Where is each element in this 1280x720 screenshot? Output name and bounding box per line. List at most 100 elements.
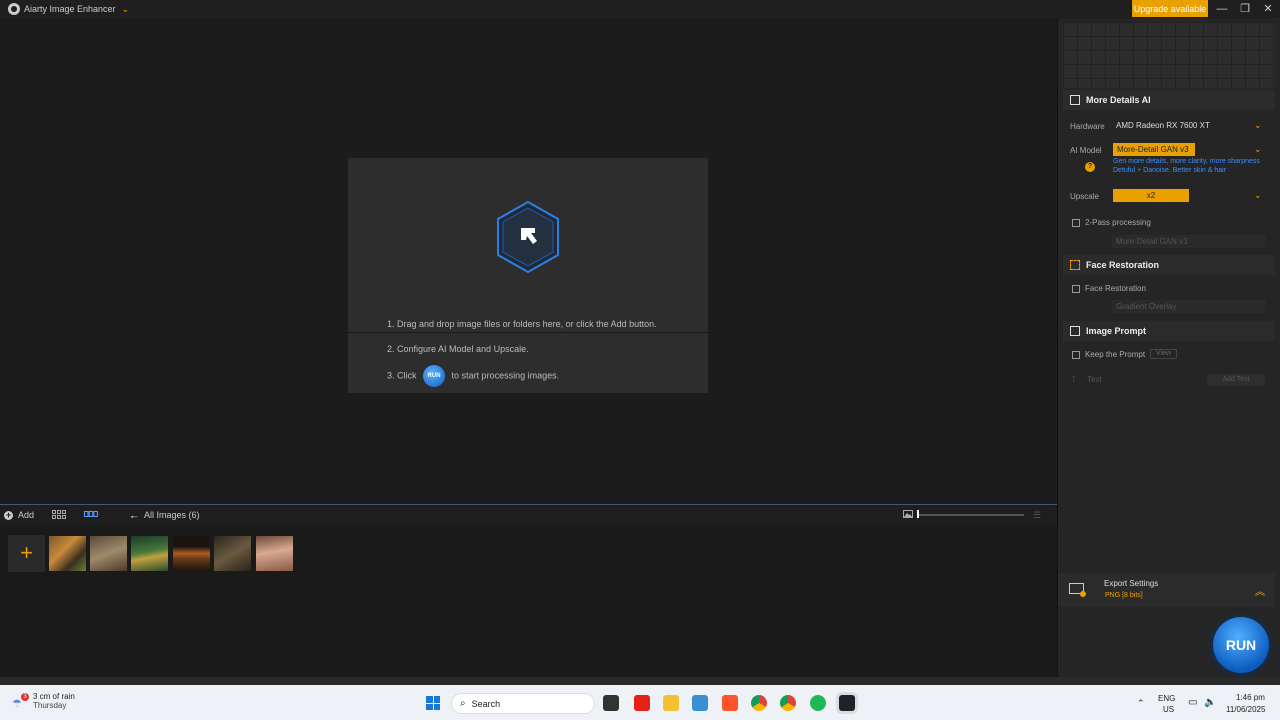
chrome-profile-icon[interactable] [780, 695, 796, 711]
more-details-title: More Details AI [1086, 95, 1151, 105]
thumbnail-woman-portrait[interactable] [256, 536, 293, 571]
plus-icon: + [4, 509, 13, 520]
app-title[interactable]: Aiarty Image Enhancer [24, 4, 116, 14]
app-bottom-border [0, 677, 1280, 685]
thumbnail-tiger-warrior[interactable] [214, 536, 251, 571]
weather-widget[interactable]: 3 cm of rain Thursday [16, 692, 75, 710]
file-explorer-icon[interactable] [663, 695, 679, 711]
ai-model-label: AI Model [1070, 146, 1102, 155]
upscale-select[interactable]: x2 [1113, 189, 1189, 202]
face-restoration-title: Face Restoration [1086, 260, 1160, 270]
text-icon: T [1071, 375, 1076, 384]
upscale-value: x2 [1146, 191, 1156, 200]
view-prompt-button[interactable]: View [1150, 349, 1177, 359]
preview-thumbnail [1063, 22, 1275, 88]
back-arrow-icon[interactable]: 🠔 [130, 510, 138, 526]
thumbnail-owl[interactable] [90, 536, 127, 571]
thumbnail-tiger[interactable] [49, 536, 86, 571]
run-mini-icon: RUN [423, 365, 446, 387]
drop-zone-card[interactable]: 1. Drag and drop image files or folders … [348, 158, 708, 393]
instruction-step-1: 1. Drag and drop image files or folders … [387, 319, 657, 329]
chevron-down-icon[interactable]: ⌄ [1254, 144, 1262, 155]
windows-taskbar: 3 ☂ 3 cm of rain Thursday ⌕ Search ⌃ ENG… [0, 685, 1280, 720]
two-pass-model-select[interactable]: More-Detail GAN v3 [1112, 235, 1266, 248]
maximize-button[interactable]: ❐ [1234, 0, 1256, 17]
export-settings-title: Export Settings [1104, 579, 1159, 588]
photos-icon[interactable] [692, 695, 708, 711]
section-image-prompt: Image Prompt [1063, 321, 1275, 341]
language-line2[interactable]: US [1163, 705, 1174, 714]
thumbnail-size-slider[interactable] [918, 514, 1024, 516]
clock-time[interactable]: 1:46 pm [1236, 693, 1265, 702]
filmstrip-view-icon[interactable] [84, 510, 98, 521]
chevron-up-icon[interactable]: ︽ [1255, 583, 1265, 598]
two-pass-model-value: More-Detail GAN v3 [1116, 237, 1188, 246]
keep-prompt-label: Keep the Prompt [1085, 350, 1146, 359]
taskbar-search[interactable]: ⌕ Search [451, 693, 595, 714]
minimize-button[interactable]: — [1211, 0, 1233, 17]
youtube-icon[interactable] [634, 695, 650, 711]
aiarty-taskbar-icon[interactable] [839, 695, 855, 711]
chevron-down-icon[interactable]: ⌄ [1254, 190, 1262, 201]
enhance-icon [1070, 95, 1080, 105]
add-button[interactable]: + Add [4, 510, 34, 520]
image-size-icon [903, 510, 913, 520]
search-icon: ⌕ [460, 698, 466, 709]
face-model-value: Gradient Overlay [1116, 302, 1177, 311]
thumbnail-strip: + [0, 525, 1057, 677]
list-icon[interactable]: ☰ [1033, 510, 1041, 521]
upscale-label: Upscale [1070, 192, 1099, 201]
clock-date[interactable]: 11/06/2025 [1226, 705, 1265, 714]
volume-icon[interactable]: 🔈 [1204, 697, 1216, 708]
weather-line1: 3 cm of rain [33, 692, 75, 701]
face-icon [1070, 260, 1080, 270]
language-line1[interactable]: ENG [1158, 694, 1175, 703]
step3-suffix: to start processing images. [451, 370, 560, 381]
weather-line2: Thursday [33, 701, 67, 710]
ai-model-value: More-Detail GAN v3 [1117, 145, 1189, 154]
card-divider [348, 332, 708, 333]
keep-prompt-checkbox[interactable] [1072, 351, 1080, 359]
export-format: PNG [8 bits] [1105, 592, 1143, 599]
ai-model-hint-2: Detuful + Danoise. Better skin & hair [1113, 167, 1227, 174]
thumbnail-burger[interactable] [173, 536, 210, 571]
two-pass-checkbox[interactable] [1072, 219, 1080, 227]
image-tray-toolbar: + Add 🠔 All Images (6) ☰ [0, 505, 1057, 525]
help-icon[interactable]: ? [1085, 162, 1095, 172]
thumbnail-slider-knob[interactable] [917, 510, 919, 518]
instruction-step-3: 3. Click RUN to start processing images. [387, 365, 559, 387]
app-logo-icon [8, 3, 20, 15]
spotify-icon[interactable] [810, 695, 826, 711]
chevron-down-icon[interactable]: ⌄ [1254, 120, 1262, 131]
section-face-restoration: Face Restoration [1063, 255, 1275, 275]
upgrade-button[interactable]: Upgrade available [1132, 0, 1208, 17]
face-restoration-checkbox[interactable] [1072, 285, 1080, 293]
show-hidden-icons[interactable]: ⌃ [1137, 698, 1145, 709]
close-button[interactable]: ✕ [1257, 0, 1279, 17]
document-icon [1070, 326, 1080, 336]
add-text-button[interactable]: Add Text [1207, 374, 1265, 386]
ai-model-hint-1: Gen more details, more clarity, more sha… [1113, 158, 1260, 165]
chrome-icon[interactable] [751, 695, 767, 711]
step3-prefix: 3. Click [387, 370, 417, 381]
run-button[interactable]: RUN [1213, 617, 1269, 673]
face-restoration-label: Face Restoration [1085, 284, 1146, 293]
task-view-icon[interactable] [603, 695, 619, 711]
chevron-down-icon[interactable]: ⌄ [122, 4, 130, 15]
network-icon[interactable]: ▭ [1188, 697, 1197, 708]
text-label: Text [1087, 375, 1102, 384]
face-model-select[interactable]: Gradient Overlay [1112, 300, 1266, 313]
thumbnail-forest-fairy[interactable] [131, 536, 168, 571]
all-images-label[interactable]: All Images (6) [144, 510, 200, 520]
ai-model-select[interactable]: More-Detail GAN v3 [1113, 143, 1195, 156]
drop-hexagon-icon [495, 200, 561, 274]
brave-browser-icon[interactable] [722, 695, 738, 711]
export-settings-bar[interactable]: Export Settings PNG [8 bits] ︽ [1058, 573, 1275, 607]
image-canvas[interactable]: 1. Drag and drop image files or folders … [0, 18, 1057, 505]
grid-view-icon[interactable] [52, 510, 66, 521]
add-label: Add [18, 510, 35, 520]
windows-start-icon[interactable] [426, 696, 440, 710]
hardware-select[interactable]: AMD Radeon RX 7600 XT [1112, 119, 1268, 132]
add-image-tile[interactable]: + [8, 535, 45, 572]
export-settings-icon [1069, 583, 1087, 601]
